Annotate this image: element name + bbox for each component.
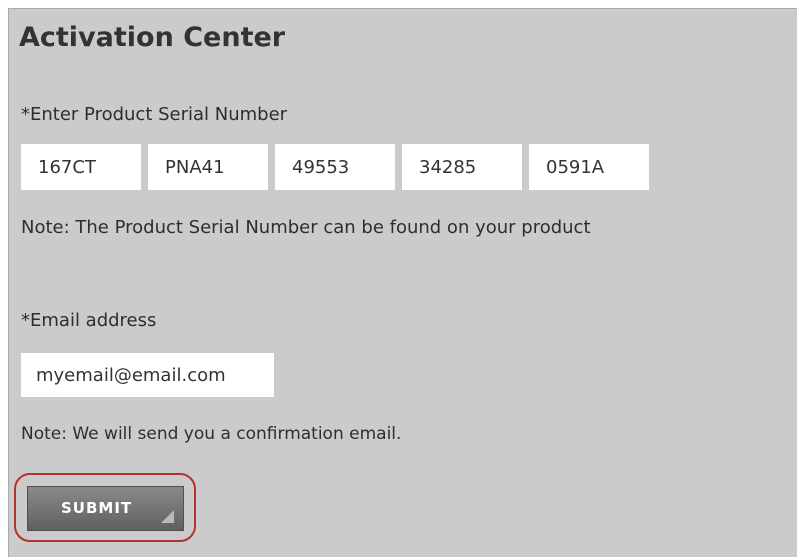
serial-part-4-input[interactable] [402,144,522,190]
email-label: *Email address [21,310,157,331]
email-input[interactable] [21,353,274,397]
submit-button[interactable]: SUBMIT [27,486,184,531]
serial-part-1-input[interactable] [21,144,141,190]
serial-part-2-input[interactable] [148,144,268,190]
corner-triangle-icon [161,510,174,523]
page-title: Activation Center [19,22,286,53]
email-note: Note: We will send you a confirmation em… [21,424,402,444]
serial-number-note: Note: The Product Serial Number can be f… [21,217,591,238]
submit-button-label: SUBMIT [61,499,133,517]
serial-part-3-input[interactable] [275,144,395,190]
serial-number-label: *Enter Product Serial Number [21,104,288,125]
serial-part-5-input[interactable] [529,144,649,190]
